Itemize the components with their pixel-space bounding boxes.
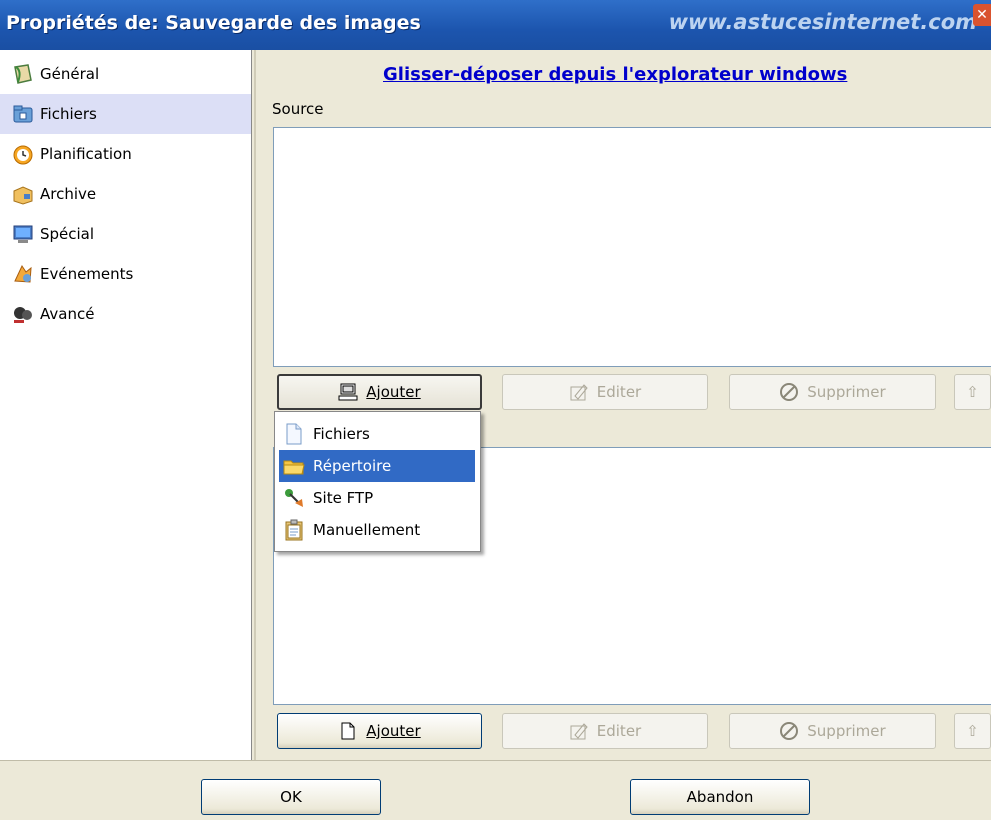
edit-icon — [569, 721, 589, 741]
footer-bar — [0, 760, 991, 820]
computer-icon — [338, 382, 358, 402]
source-edit-label: Editer — [596, 383, 642, 401]
cancel-label: Abandon — [686, 788, 754, 806]
menu-item-label: Manuellement — [313, 521, 421, 539]
sidebar-item-special[interactable]: Spécial — [0, 214, 251, 254]
cancel-button[interactable]: Abandon — [630, 779, 810, 815]
sidebar-item-label: Archive — [40, 185, 97, 203]
edit-icon — [569, 382, 589, 402]
menu-item-label: Répertoire — [313, 457, 392, 475]
general-icon — [12, 63, 34, 85]
window-title: Propriétés de: Sauvegarde des images — [6, 12, 421, 34]
no-entry-icon — [779, 721, 799, 741]
sidebar-item-label: Spécial — [40, 225, 95, 243]
sidebar-item-files[interactable]: Fichiers — [0, 94, 251, 134]
menu-item-files[interactable]: Fichiers — [279, 418, 475, 450]
arrow-up-icon: ⇧ — [966, 722, 979, 740]
dest-delete-button[interactable]: Supprimer — [729, 713, 936, 749]
sidebar-item-label: Général — [40, 65, 100, 83]
dest-move-up-button[interactable]: ⇧ — [954, 713, 991, 749]
clock-icon — [12, 143, 34, 165]
events-icon — [12, 263, 34, 285]
source-list[interactable] — [273, 127, 991, 367]
ok-label: OK — [280, 788, 302, 806]
source-delete-label: Supprimer — [807, 383, 886, 401]
menu-item-manual[interactable]: Manuellement — [279, 514, 475, 546]
dest-add-label: Ajouter — [366, 722, 421, 740]
new-file-icon — [338, 721, 358, 741]
file-icon — [283, 423, 305, 445]
menu-item-ftp-site[interactable]: Site FTP — [279, 482, 475, 514]
sidebar-item-label: Avancé — [40, 305, 95, 323]
sidebar-item-events[interactable]: Evénements — [0, 254, 251, 294]
no-entry-icon — [779, 382, 799, 402]
folder-icon — [283, 455, 305, 477]
sidebar-item-archive[interactable]: Archive — [0, 174, 251, 214]
ok-button[interactable]: OK — [201, 779, 381, 815]
menu-item-label: Site FTP — [313, 489, 374, 507]
arrow-up-icon: ⇧ — [966, 383, 979, 401]
monitor-icon — [12, 223, 34, 245]
sidebar: Général Fichiers Planification Archive S… — [0, 50, 252, 760]
panel-divider — [254, 50, 256, 760]
title-bar: Propriétés de: Sauvegarde des images www… — [0, 0, 991, 50]
sidebar-item-scheduling[interactable]: Planification — [0, 134, 251, 174]
dest-delete-label: Supprimer — [807, 722, 886, 740]
ftp-icon — [283, 487, 305, 509]
sidebar-item-advanced[interactable]: Avancé — [0, 294, 251, 334]
source-move-up-button[interactable]: ⇧ — [954, 374, 991, 410]
source-label: Source — [272, 100, 324, 118]
source-add-button[interactable]: Ajouter — [277, 374, 482, 410]
sidebar-item-general[interactable]: Général — [0, 54, 251, 94]
files-icon — [12, 103, 34, 125]
watermark: www.astucesinternet.com — [668, 10, 977, 34]
source-edit-button[interactable]: Editer — [502, 374, 708, 410]
source-add-label: Ajouter — [366, 383, 421, 401]
close-icon: ✕ — [976, 7, 988, 23]
sidebar-item-label: Planification — [40, 145, 132, 163]
add-source-menu: Fichiers Répertoire Site FTP Manuellemen… — [274, 411, 481, 552]
source-delete-button[interactable]: Supprimer — [729, 374, 936, 410]
advanced-icon — [12, 303, 34, 325]
dest-add-button[interactable]: Ajouter — [277, 713, 482, 749]
sidebar-item-label: Evénements — [40, 265, 134, 283]
drag-drop-link[interactable]: Glisser-déposer depuis l'explorateur win… — [383, 64, 847, 85]
menu-item-label: Fichiers — [313, 425, 370, 443]
sidebar-item-label: Fichiers — [40, 105, 97, 123]
dest-edit-button[interactable]: Editer — [502, 713, 708, 749]
close-button[interactable]: ✕ — [973, 4, 991, 26]
archive-box-icon — [12, 183, 34, 205]
menu-item-directory[interactable]: Répertoire — [279, 450, 475, 482]
clipboard-icon — [283, 519, 305, 541]
dest-edit-label: Editer — [596, 722, 642, 740]
